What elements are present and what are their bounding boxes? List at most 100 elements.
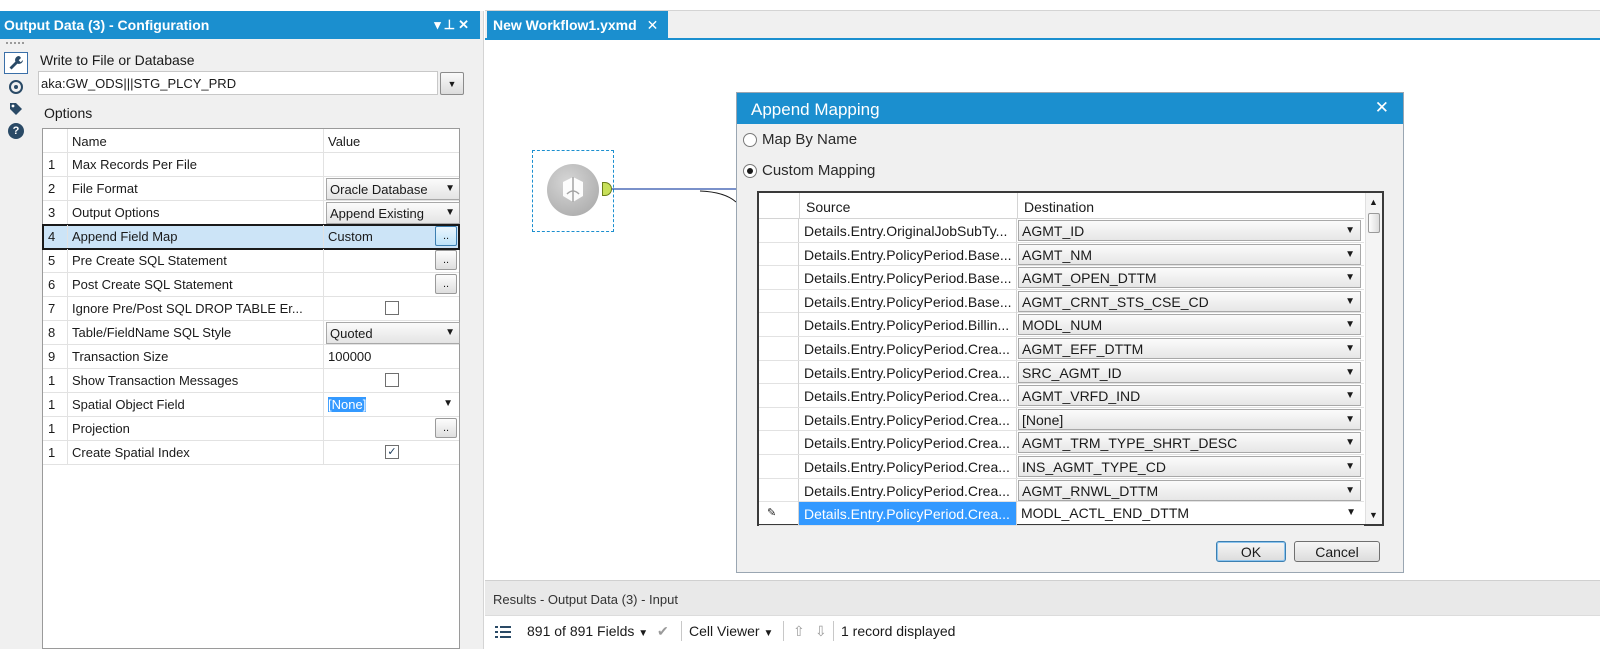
close-pane-icon[interactable]: ✕: [458, 17, 472, 32]
cell-viewer-button[interactable]: Cell Viewer ▼: [689, 623, 773, 639]
map-by-name-radio[interactable]: Map By Name: [743, 131, 857, 148]
projection-button[interactable]: ..: [435, 418, 457, 438]
option-row-output-options[interactable]: 3 Output Options Append Existing ▼: [43, 201, 460, 225]
connection-icon[interactable]: [4, 76, 28, 98]
scrollbar-thumb[interactable]: [1368, 213, 1380, 233]
mapping-row[interactable]: Details.Entry.PolicyPeriod.Crea... [None…: [759, 407, 1364, 432]
mapping-row[interactable]: Details.Entry.PolicyPeriod.Base... AGMT_…: [759, 266, 1364, 290]
row-header: [759, 478, 799, 502]
file-format-select[interactable]: Oracle Database ▼: [326, 178, 460, 200]
append-field-map-button[interactable]: ..: [435, 226, 457, 246]
header-destination: Destination: [1017, 193, 1362, 218]
source-field: Details.Entry.PolicyPeriod.Crea...: [799, 502, 1017, 526]
destination-select[interactable]: AGMT_VRFD_IND ▼: [1018, 385, 1361, 407]
option-value: Append Existing: [330, 206, 424, 221]
max-records-input[interactable]: [324, 153, 459, 176]
write-to-dropdown-button[interactable]: ▼: [440, 72, 464, 95]
option-row-ignore-drop-table[interactable]: 7 Ignore Pre/Post SQL DROP TABLE Er...: [43, 297, 459, 321]
mapping-row[interactable]: Details.Entry.OriginalJobSubTy... AGMT_I…: [759, 219, 1364, 243]
option-row-pre-create-sql[interactable]: 5 Pre Create SQL Statement ..: [43, 249, 459, 273]
destination-value: AGMT_ID: [1022, 223, 1085, 239]
source-field: Details.Entry.PolicyPeriod.Crea...: [799, 384, 1017, 408]
source-field: Details.Entry.PolicyPeriod.Crea...: [799, 407, 1017, 431]
top-strip: [0, 0, 484, 11]
mapping-row[interactable]: Details.Entry.PolicyPeriod.Crea... AGMT_…: [759, 431, 1364, 455]
pin-icon[interactable]: ⊥: [444, 17, 458, 32]
chevron-down-icon: ▼: [1345, 319, 1355, 331]
option-row-transaction-size[interactable]: 9 Transaction Size 100000: [43, 345, 459, 369]
option-name: Projection: [68, 417, 324, 440]
option-row-max-records[interactable]: 1 Max Records Per File: [43, 153, 459, 177]
option-row-file-format[interactable]: 2 File Format Oracle Database ▼: [43, 177, 460, 201]
mapping-row[interactable]: Details.Entry.PolicyPeriod.Billin... MOD…: [759, 313, 1364, 337]
checkmark-icon[interactable]: ✔: [657, 623, 669, 640]
output-options-select[interactable]: Append Existing ▼: [326, 202, 460, 224]
source-field: Details.Entry.PolicyPeriod.Crea...: [799, 360, 1017, 384]
option-value-cell: ..: [324, 249, 459, 272]
tag-icon[interactable]: [4, 98, 28, 120]
radio-indicator: [743, 132, 757, 147]
mapping-scrollbar[interactable]: ▲ ▼: [1365, 193, 1382, 524]
list-icon[interactable]: [495, 625, 511, 642]
destination-select[interactable]: AGMT_RNWL_DTTM ▼: [1018, 479, 1361, 501]
option-value-cell: ✓: [324, 441, 459, 464]
option-row-post-create-sql[interactable]: 6 Post Create SQL Statement ..: [43, 273, 459, 297]
option-row-show-transaction-messages[interactable]: 1 Show Transaction Messages: [43, 369, 459, 393]
mapping-row[interactable]: Details.Entry.PolicyPeriod.Crea... INS_A…: [759, 455, 1364, 479]
close-dialog-icon[interactable]: ✕: [1375, 98, 1389, 118]
write-to-input[interactable]: [38, 71, 438, 95]
row-header: [759, 337, 799, 360]
cancel-button[interactable]: Cancel: [1294, 541, 1380, 562]
chevron-down-icon: ▼: [445, 183, 455, 194]
scroll-up-icon[interactable]: ▲: [1369, 197, 1378, 207]
destination-select[interactable]: AGMT_TRM_TYPE_SHRT_DESC ▼: [1018, 432, 1361, 454]
pane-menu-icon[interactable]: ▾: [434, 17, 444, 32]
create-spatial-index-checkbox[interactable]: ✓: [385, 445, 399, 459]
arrow-down-icon[interactable]: ⇩: [815, 623, 827, 640]
fields-selector[interactable]: 891 of 891 Fields ▼: [527, 623, 648, 639]
wrench-icon[interactable]: [4, 52, 28, 74]
source-field: Details.Entry.PolicyPeriod.Crea...: [799, 455, 1017, 478]
show-transaction-messages-checkbox[interactable]: [385, 373, 399, 387]
ignore-drop-table-checkbox[interactable]: [385, 301, 399, 315]
mapping-row[interactable]: Details.Entry.PolicyPeriod.Crea... AGMT_…: [759, 337, 1364, 361]
destination-select[interactable]: AGMT_OPEN_DTTM ▼: [1018, 267, 1361, 289]
destination-select[interactable]: AGMT_NM ▼: [1018, 243, 1361, 265]
option-row-append-field-map[interactable]: 4 Append Field Map Custom ..: [42, 224, 460, 250]
destination-select[interactable]: AGMT_ID ▼: [1018, 220, 1361, 241]
option-name: Max Records Per File: [68, 153, 324, 176]
destination-select[interactable]: [None] ▼: [1018, 408, 1361, 430]
option-row-spatial-object-field[interactable]: 1 Spatial Object Field [None] ▼: [43, 393, 459, 417]
ok-button[interactable]: OK: [1216, 541, 1286, 562]
results-toolbar: 891 of 891 Fields ▼ ✔ Cell Viewer ▼ ⇧ ⇩ …: [485, 615, 1600, 649]
post-create-sql-button[interactable]: ..: [435, 274, 457, 294]
custom-mapping-radio[interactable]: Custom Mapping: [743, 162, 875, 179]
arrow-up-icon[interactable]: ⇧: [793, 623, 805, 640]
destination-select[interactable]: MODL_NUM ▼: [1018, 314, 1361, 336]
help-icon[interactable]: ?: [4, 120, 28, 142]
mapping-row[interactable]: Details.Entry.PolicyPeriod.Crea... AGMT_…: [759, 384, 1364, 408]
scroll-down-icon[interactable]: ▼: [1369, 510, 1378, 520]
destination-select[interactable]: AGMT_CRNT_STS_CSE_CD ▼: [1018, 290, 1361, 312]
transaction-size-input[interactable]: 100000: [324, 345, 459, 368]
destination-select[interactable]: INS_AGMT_TYPE_CD ▼: [1018, 456, 1361, 477]
pre-create-sql-button[interactable]: ..: [435, 250, 457, 270]
mapping-row-current[interactable]: ✎ Details.Entry.PolicyPeriod.Crea... MOD…: [759, 502, 1364, 526]
option-row-sql-style[interactable]: 8 Table/FieldName SQL Style Quoted ▼: [43, 321, 460, 345]
option-row-projection[interactable]: 1 Projection ..: [43, 417, 459, 441]
write-to-label: Write to File or Database: [40, 52, 195, 68]
destination-select[interactable]: SRC_AGMT_ID ▼: [1018, 361, 1361, 383]
tab-workflow[interactable]: New Workflow1.yxmd ✕: [487, 11, 669, 39]
spatial-object-field-select[interactable]: [None] ▼: [324, 393, 459, 416]
option-value: Quoted: [330, 326, 373, 341]
close-tab-icon[interactable]: ✕: [647, 17, 659, 33]
mapping-row[interactable]: Details.Entry.PolicyPeriod.Crea... SRC_A…: [759, 360, 1364, 385]
option-row-create-spatial-index[interactable]: 1 Create Spatial Index ✓: [43, 441, 459, 465]
destination-select[interactable]: AGMT_EFF_DTTM ▼: [1018, 338, 1361, 359]
destination-select[interactable]: MODL_ACTL_END_DTTM ▼: [1018, 503, 1361, 525]
mapping-row[interactable]: Details.Entry.PolicyPeriod.Base... AGMT_…: [759, 242, 1364, 267]
sql-style-select[interactable]: Quoted ▼: [326, 322, 460, 344]
cell-viewer-label: Cell Viewer: [689, 623, 760, 639]
mapping-row[interactable]: Details.Entry.PolicyPeriod.Base... AGMT_…: [759, 289, 1364, 314]
mapping-row[interactable]: Details.Entry.PolicyPeriod.Crea... AGMT_…: [759, 478, 1364, 503]
